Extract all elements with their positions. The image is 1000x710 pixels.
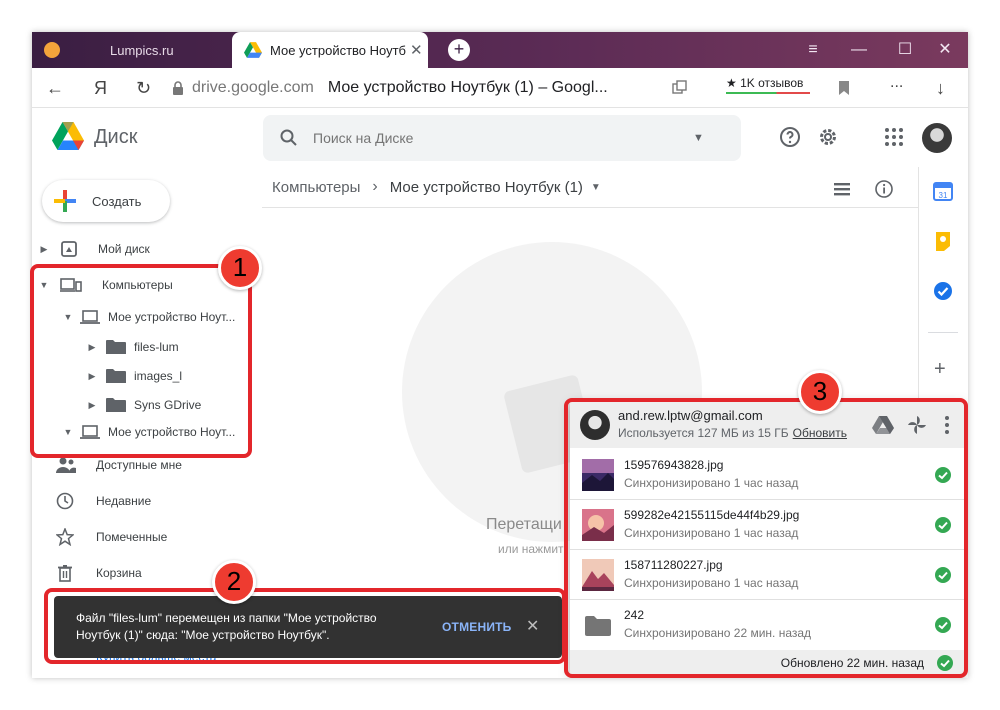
create-label: Создать bbox=[92, 193, 142, 209]
sidebar-item-trash[interactable]: Корзина bbox=[56, 564, 142, 582]
breadcrumb-chevron-icon: › bbox=[372, 178, 378, 195]
url-domain: drive.google.com bbox=[192, 79, 314, 96]
new-tab-button[interactable]: + bbox=[448, 39, 470, 61]
drive-favicon-icon bbox=[244, 42, 262, 58]
drive-folder-icon bbox=[61, 241, 77, 257]
create-button[interactable]: Создать bbox=[42, 180, 170, 222]
help-icon[interactable] bbox=[778, 125, 802, 149]
breadcrumb-computers[interactable]: Компьютеры bbox=[272, 179, 360, 196]
search-options-icon[interactable]: ▼ bbox=[693, 132, 704, 144]
sidebar-item-label: Мой диск bbox=[98, 242, 150, 256]
breadcrumb-current[interactable]: Мое устройство Ноутбук (1) bbox=[390, 179, 583, 196]
highlight-box-2 bbox=[44, 588, 566, 664]
search-input[interactable] bbox=[313, 130, 693, 146]
tab-drive-label: Мое устройство Ноутбу bbox=[270, 42, 406, 58]
sidebar-item-starred[interactable]: Помеченные bbox=[56, 528, 167, 546]
chevron-down-icon[interactable]: ▼ bbox=[591, 182, 601, 193]
minimize-button[interactable]: — bbox=[836, 32, 882, 68]
sidebar-item-recent[interactable]: Недавние bbox=[56, 492, 151, 510]
reload-icon[interactable]: ↻ bbox=[136, 78, 151, 99]
download-icon[interactable]: ↓ bbox=[936, 78, 945, 99]
url-page-title: Мое устройство Ноутбук (1) – Googl... bbox=[327, 79, 608, 96]
plus-icon bbox=[54, 190, 76, 212]
more-icon[interactable]: ... bbox=[890, 74, 903, 92]
copy-icon[interactable] bbox=[672, 80, 688, 96]
search-bar: ▼ bbox=[263, 115, 741, 161]
bookmark-icon[interactable] bbox=[838, 80, 850, 96]
sidebar-item-my-drive[interactable]: ▶ Мой диск bbox=[38, 240, 150, 258]
title-bar: Lumpics.ru Мое устройство Ноутбу ✕ + ≡ —… bbox=[32, 32, 968, 68]
close-window-button[interactable]: ✕ bbox=[922, 32, 968, 68]
menu-icon[interactable]: ≡ bbox=[790, 32, 836, 68]
clock-icon bbox=[56, 492, 74, 510]
reviews-rating-line bbox=[726, 92, 810, 94]
calendar-icon[interactable]: 31 bbox=[932, 180, 954, 202]
breadcrumb-divider bbox=[262, 207, 918, 208]
step-badge-2: 2 bbox=[212, 560, 256, 604]
address-bar: ← Я ↻ drive.google.com Мое устройство Но… bbox=[32, 68, 968, 108]
highlight-box-1 bbox=[30, 264, 252, 458]
expand-arrow-icon[interactable]: ▶ bbox=[38, 244, 50, 255]
reviews-label: ★ 1K отзывов bbox=[726, 76, 804, 90]
sidebar-item-label: Корзина bbox=[96, 566, 142, 580]
drive-logo-icon[interactable] bbox=[52, 121, 84, 151]
url-field[interactable]: drive.google.com Мое устройство Ноутбук … bbox=[172, 75, 652, 101]
tab-drive[interactable]: Мое устройство Ноутбу ✕ bbox=[232, 32, 428, 68]
step-badge-1: 1 bbox=[218, 246, 262, 290]
yandex-icon[interactable]: Я bbox=[94, 78, 107, 99]
tasks-icon[interactable] bbox=[932, 280, 954, 302]
search-icon[interactable] bbox=[279, 128, 299, 148]
breadcrumb: Компьютеры › Мое устройство Ноутбук (1) … bbox=[272, 178, 601, 196]
empty-state-subtitle: или нажмит bbox=[498, 542, 564, 556]
sidebar-item-label: Помеченные bbox=[96, 530, 168, 544]
drive-header: Диск ▼ bbox=[32, 109, 968, 167]
info-icon[interactable] bbox=[874, 179, 894, 199]
app-name: Диск bbox=[94, 126, 138, 148]
apps-grid-icon[interactable] bbox=[882, 125, 906, 149]
reviews-badge[interactable]: ★ 1K отзывов bbox=[726, 76, 810, 94]
sidebar-item-label: Доступные мне bbox=[96, 458, 182, 472]
tab-close-icon[interactable]: ✕ bbox=[410, 41, 423, 59]
sidebar-item-label: Недавние bbox=[96, 494, 152, 508]
sidebar-item-shared[interactable]: Доступные мне bbox=[56, 456, 182, 474]
gear-icon[interactable] bbox=[816, 125, 840, 149]
svg-text:31: 31 bbox=[939, 191, 948, 200]
tab-lumpics[interactable]: Lumpics.ru bbox=[32, 32, 232, 68]
empty-state-title: Перетащи bbox=[486, 516, 562, 533]
lumpics-favicon-icon bbox=[44, 42, 60, 58]
add-addon-icon[interactable]: + bbox=[934, 358, 946, 381]
trash-icon bbox=[58, 565, 72, 582]
avatar[interactable] bbox=[922, 123, 952, 153]
lock-icon bbox=[173, 81, 183, 95]
back-icon[interactable]: ← bbox=[46, 78, 64, 99]
highlight-box-3 bbox=[564, 398, 968, 678]
star-icon bbox=[56, 528, 74, 546]
shared-people-icon bbox=[56, 457, 76, 473]
list-view-icon[interactable] bbox=[832, 179, 852, 199]
keep-icon[interactable] bbox=[932, 230, 954, 252]
side-panel-separator bbox=[928, 332, 958, 333]
step-badge-3: 3 bbox=[798, 370, 842, 414]
tab-lumpics-label: Lumpics.ru bbox=[110, 42, 174, 58]
